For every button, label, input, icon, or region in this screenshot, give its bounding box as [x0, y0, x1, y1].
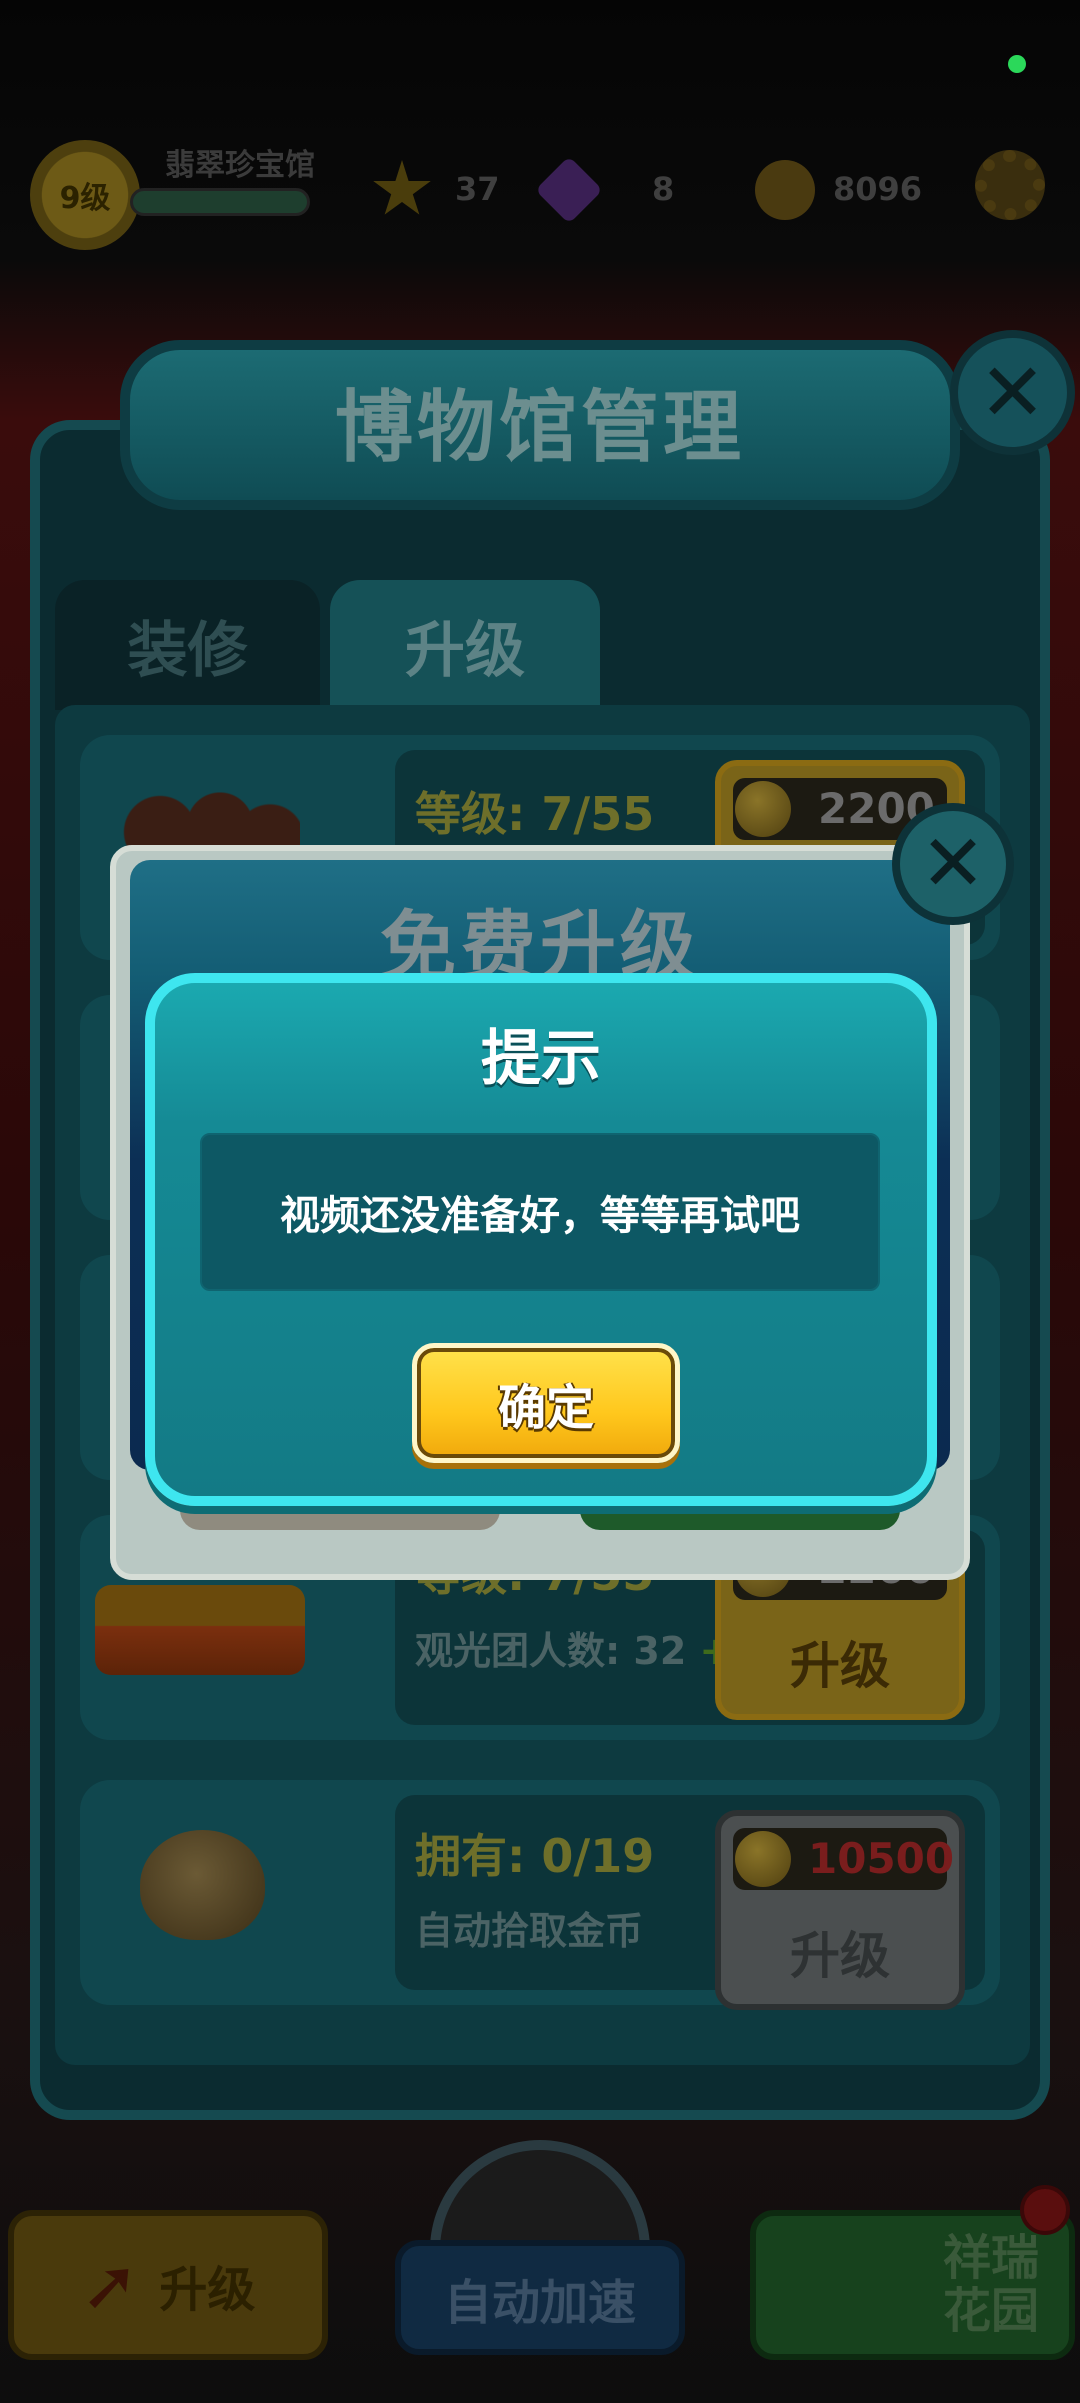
free-upgrade-close-button[interactable]: ✕	[892, 803, 1014, 925]
card-upgrade-button-disabled[interactable]: 10500 升级	[715, 1810, 965, 2010]
level-progress-bar	[130, 188, 310, 216]
auspicious-garden-button[interactable]: 祥瑞 花园	[750, 2210, 1075, 2360]
tour-bus-thumbnail	[95, 1585, 305, 1675]
museum-name: 翡翠珍宝馆	[165, 148, 315, 183]
garden-label-line2: 花园	[942, 2283, 1039, 2339]
close-icon: ✕	[978, 346, 1047, 439]
upgrade-card-gold-toad: 拥有: 0/19 自动拾取金币 10500 升级	[80, 1780, 1000, 2010]
card-desc: 观光团人数: 32 +2	[415, 1620, 758, 1675]
tab-decoration[interactable]: 装修	[55, 580, 320, 710]
price-box: 10500	[733, 1828, 954, 1890]
upgrade-arrow-icon: ➚	[80, 2244, 140, 2326]
upgrade-label: 升级	[790, 1927, 890, 1985]
panel-title: 博物馆管理	[334, 383, 745, 473]
notification-dot	[1020, 2185, 1070, 2235]
upgrade-label: 升级	[790, 1637, 890, 1695]
garden-label-line1: 祥瑞	[942, 2230, 1039, 2287]
tour-group-size: 观光团人数: 32	[415, 1629, 687, 1673]
price-value: 10500	[808, 1834, 955, 1883]
coin-icon	[755, 160, 815, 220]
player-level-badge: 9级	[30, 140, 140, 250]
gem-count: 8	[652, 170, 675, 208]
settings-gear-icon[interactable]	[975, 150, 1045, 220]
card-level: 等级: 7/55	[415, 787, 655, 841]
prompt-message: 视频还没准备好，等等再试吧	[200, 1133, 880, 1291]
star-count: 37	[455, 170, 500, 208]
panel-close-button[interactable]: ✕	[950, 330, 1075, 455]
coin-count: 8096	[833, 170, 923, 208]
coin-icon	[735, 1831, 791, 1887]
coin-icon	[735, 781, 791, 837]
card-desc: 自动拾取金币	[415, 1909, 644, 1953]
camera-indicator-dot	[1008, 55, 1026, 73]
gold-toad-thumbnail	[140, 1830, 265, 1940]
auto-speed-button[interactable]: 自动加速	[395, 2240, 685, 2355]
tab-upgrade[interactable]: 升级	[330, 580, 600, 710]
bottom-upgrade-label: 升级	[159, 2262, 256, 2318]
bottom-upgrade-button[interactable]: ➚ 升级	[8, 2210, 328, 2360]
owned-count: 拥有: 0/19	[415, 1829, 655, 1883]
confirm-button[interactable]: 确定	[412, 1343, 680, 1463]
close-icon: ✕	[920, 819, 986, 909]
prompt-title: 提示	[481, 1024, 601, 1094]
